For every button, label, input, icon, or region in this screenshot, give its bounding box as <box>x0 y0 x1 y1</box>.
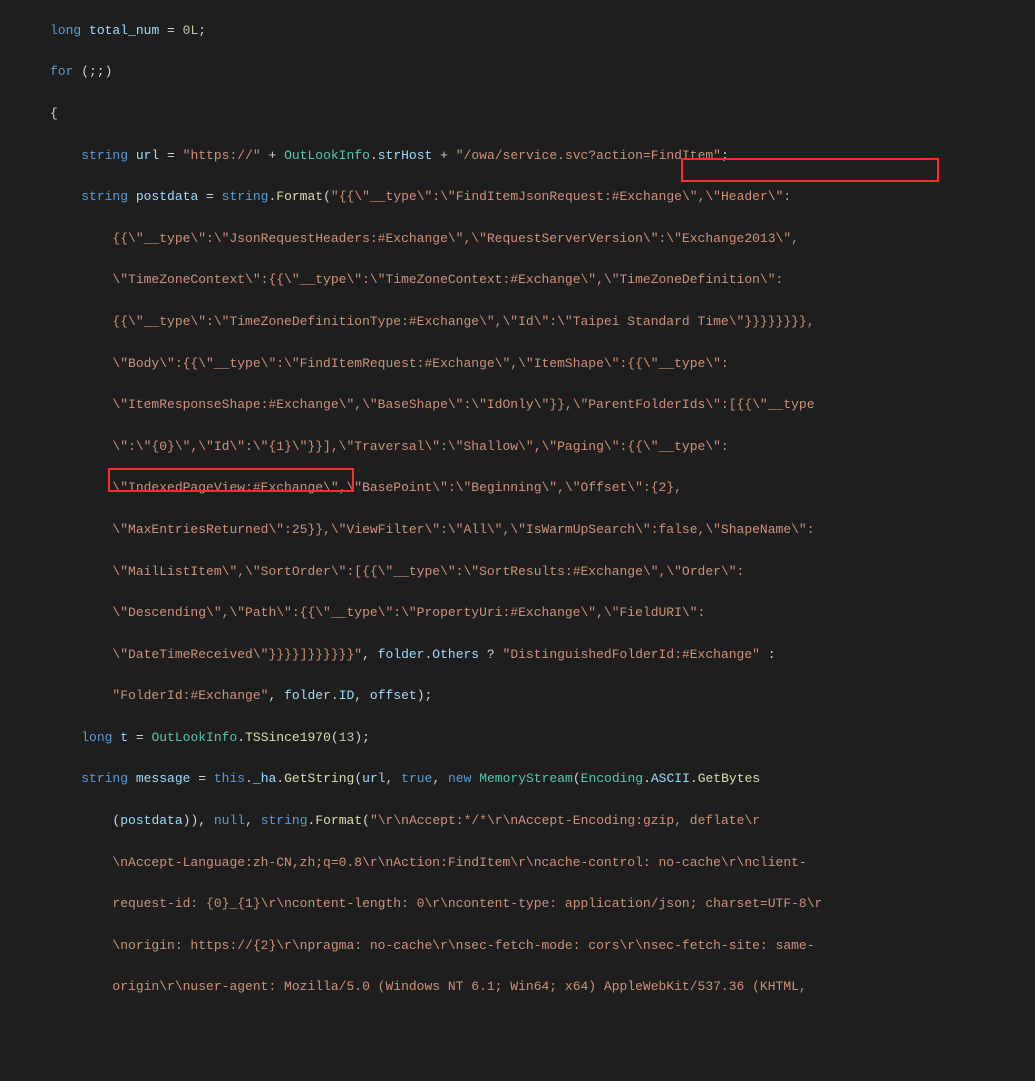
code-line: \"Descending\",\"Path\":{{\"__type\":\"P… <box>50 603 1035 624</box>
code-line: {{\"__type\":\"TimeZoneDefinitionType:#E… <box>50 312 1035 333</box>
code-line: {{\"__type\":\"JsonRequestHeaders:#Excha… <box>50 229 1035 250</box>
code-line: \norigin: https://{2}\r\npragma: no-cach… <box>50 936 1035 957</box>
code-editor: long total_num = 0L; for (;;) { string u… <box>0 0 1035 1081</box>
code-line: \"Body\":{{\"__type\":\"FindItemRequest:… <box>50 354 1035 375</box>
code-line: long total_num = 0L; <box>50 21 1035 42</box>
code-line: \"TimeZoneContext\":{{\"__type\":\"TimeZ… <box>50 270 1035 291</box>
code-line: \"MailListItem\",\"SortOrder\":[{{\"__ty… <box>50 562 1035 583</box>
code-line: string url = "https://" + OutLookInfo.st… <box>50 146 1035 167</box>
code-line: \"MaxEntriesReturned\":25}},\"ViewFilter… <box>50 520 1035 541</box>
code-line: long t = OutLookInfo.TSSince1970(13); <box>50 728 1035 749</box>
code-line: "FolderId:#Exchange", folder.ID, offset)… <box>50 686 1035 707</box>
code-line: string postdata = string.Format("{{\"__t… <box>50 187 1035 208</box>
code-line: \"ItemResponseShape:#Exchange\",\"BaseSh… <box>50 395 1035 416</box>
code-line: origin\r\nuser-agent: Mozilla/5.0 (Windo… <box>50 977 1035 998</box>
code-line: request-id: {0}_{1}\r\ncontent-length: 0… <box>50 894 1035 915</box>
code-line: { <box>50 104 1035 125</box>
code-line: \nAccept-Language:zh-CN,zh;q=0.8\r\nActi… <box>50 853 1035 874</box>
code-line: \":\"{0}\",\"Id\":\"{1}\"}}],\"Traversal… <box>50 437 1035 458</box>
code-line: \"DateTimeReceived\"}}}}]}}}}}}", folder… <box>50 645 1035 666</box>
code-line: for (;;) <box>50 62 1035 83</box>
code-line: \"IndexedPageView:#Exchange\",\"BasePoin… <box>50 478 1035 499</box>
keyword-long: long <box>50 23 81 38</box>
code-line: (postdata)), null, string.Format("\r\nAc… <box>50 811 1035 832</box>
code-line: string message = this._ha.GetString(url,… <box>50 769 1035 790</box>
